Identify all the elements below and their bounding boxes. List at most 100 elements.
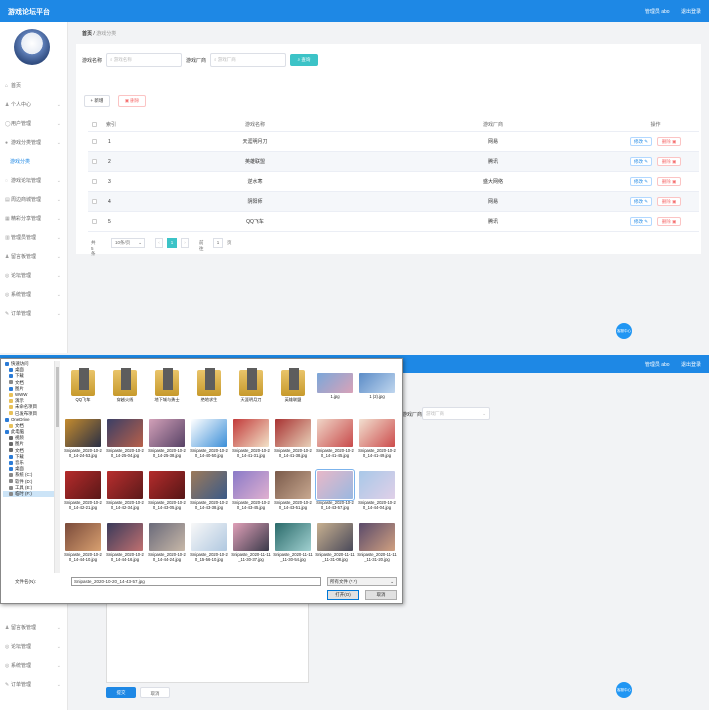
float-service-button[interactable]: 客服中心 [616, 323, 632, 339]
logout-link-2[interactable]: 退出登录 [681, 362, 701, 368]
checkbox[interactable] [92, 179, 97, 184]
delete-button[interactable]: 删除 ▣ [657, 177, 681, 186]
sidebar-item[interactable]: ✎ 订单管理 ⌄ [0, 676, 68, 695]
sidebar-item[interactable]: ▥管理员管理 ⌄ [0, 229, 68, 248]
file-item[interactable]: Snipaste_2020-11-11_11-31-20.jpg [357, 523, 397, 573]
row-checkbox-cell[interactable] [92, 172, 106, 191]
edit-button[interactable]: 修改 ✎ [630, 197, 652, 206]
add-button[interactable]: + 新增 [84, 95, 110, 107]
folder-item[interactable]: 英雄联盟 [273, 367, 313, 417]
sidebar-item[interactable]: ♟ 留言板管理 ⌄ [0, 248, 68, 267]
row-checkbox-cell[interactable] [92, 152, 106, 171]
file-item[interactable]: Snipaste_2020-10-20_14-43-51.jpg [273, 471, 313, 521]
delete-button[interactable]: 删除 ▣ [657, 137, 681, 146]
batch-delete-button[interactable]: ▣ 删除 [118, 95, 146, 107]
page-size-select[interactable]: 10条/页 ⌄ [111, 238, 145, 248]
filename-input[interactable]: Snipaste_2020-10-20_14-43-57.jpg [71, 577, 321, 586]
file-item[interactable]: Snipaste_2020-10-20_14-44-24.jpg [147, 523, 187, 573]
file-item[interactable]: Snipaste_2020-10-20_14-25-04.jpg [105, 419, 145, 469]
open-button[interactable]: 打开(O) [327, 590, 359, 600]
folder-item[interactable]: 穿越火线 [105, 367, 145, 417]
file-item[interactable]: Snipaste_2020-10-20_14-44-04.jpg [357, 471, 397, 521]
sidebar-item[interactable]: ◯用户管理 ⌄ [0, 115, 68, 134]
sidebar-item[interactable]: ◎ 论坛管理 ⌄ [0, 267, 68, 286]
delete-button[interactable]: 删除 ▣ [657, 197, 681, 206]
sidebar-item[interactable]: ◎ 论坛管理 ⌄ [0, 638, 68, 657]
delete-button[interactable]: 删除 ▣ [657, 217, 681, 226]
edit-button[interactable]: 修改 ✎ [630, 217, 652, 226]
file-item[interactable]: Snipaste_2020-10-20_14-44-10.jpg [63, 523, 103, 573]
query-button[interactable]: ⌕ 查询 [290, 54, 318, 66]
sidebar-item[interactable]: 游戏分类 [0, 153, 68, 172]
folder-item[interactable]: 天涯明月刀 [231, 367, 271, 417]
logout-link[interactable]: 退出登录 [681, 9, 701, 15]
file-item[interactable]: Snipaste_2020-10-20_14-43-57.jpg [315, 469, 355, 521]
file-item[interactable]: Snipaste_2020-10-20_14-43-05.jpg [147, 471, 187, 521]
checkbox[interactable] [92, 139, 97, 144]
file-item[interactable]: Snipaste_2020-10-20_14-41-49.jpg [357, 419, 397, 469]
edit-button[interactable]: 修改 ✎ [630, 137, 652, 146]
sidebar-item[interactable]: ▤周边商城管理 ⌄ [0, 191, 68, 210]
sidebar-item[interactable]: ● 游戏分类管理 ⌄ [0, 134, 68, 153]
checkbox[interactable] [92, 159, 97, 164]
row-checkbox-cell[interactable] [92, 212, 106, 231]
name-search-input[interactable]: ⌕ 游戏名称 [106, 53, 182, 67]
folder-item[interactable]: QQ飞车 [63, 367, 103, 417]
delete-button[interactable]: 删除 ▣ [657, 157, 681, 166]
breadcrumb-home[interactable]: 首页 [82, 31, 92, 37]
file-item[interactable]: Snipaste_2020-10-20_14-43-38.jpg [189, 471, 229, 521]
checkbox[interactable] [92, 199, 97, 204]
file-item[interactable]: 1.jpg [315, 367, 355, 417]
sidebar-item[interactable]: ◎ 系统管理 ⌄ [0, 286, 68, 305]
form-cancel-button[interactable]: 取消 [140, 687, 170, 698]
filetype-select[interactable]: 所有文件 (*.*) ⌄ [327, 577, 397, 586]
file-item[interactable]: Snipaste_2020-10-20_14-24-53.jpg [63, 419, 103, 469]
checkbox[interactable] [92, 122, 97, 127]
tree-scrollbar[interactable] [55, 361, 60, 573]
file-item[interactable]: Snipaste_2020-10-20_14-42-34.jpg [105, 471, 145, 521]
submit-button[interactable]: 提交 [106, 687, 136, 698]
file-item[interactable]: Snipaste_2020-10-20_15-56-10.jpg [189, 523, 229, 573]
file-item[interactable]: Snipaste_2020-10-20_14-41-38.jpg [273, 419, 313, 469]
sidebar-item[interactable]: ◎ 系统管理 ⌄ [0, 657, 68, 676]
sidebar-item[interactable]: ✎ 订单管理 ⌄ [0, 305, 68, 324]
content-editor[interactable] [106, 601, 309, 683]
file-item[interactable]: 1 (2).jpg [357, 367, 397, 417]
sidebar-item[interactable]: ◌ 游戏论坛管理 ⌄ [0, 172, 68, 191]
header-checkbox-cell[interactable] [92, 118, 106, 131]
edit-button[interactable]: 修改 ✎ [630, 177, 652, 186]
vendor-form-input[interactable]: 游戏厂商 ⌄ [422, 407, 490, 420]
file-item[interactable]: Snipaste_2020-11-11_11-30-37.jpg [231, 523, 271, 573]
file-item[interactable]: Snipaste_2020-11-11_11-30-54.jpg [273, 523, 313, 573]
file-item[interactable]: Snipaste_2020-10-20_14-41-45.jpg [315, 419, 355, 469]
goto-input[interactable]: 1 [213, 238, 223, 248]
folder-item[interactable]: 地下城与勇士 [147, 367, 187, 417]
file-item[interactable]: Snipaste_2020-10-20_14-40-50.jpg [189, 419, 229, 469]
file-item[interactable]: Snipaste_2020-10-20_14-44-16.jpg [105, 523, 145, 573]
image-thumbnail [359, 471, 395, 499]
breadcrumb-sep: / [93, 31, 95, 37]
sidebar-item[interactable]: ⌂ 首页 [0, 77, 68, 96]
file-item[interactable]: Snipaste_2020-10-20_14-25-38.jpg [147, 419, 187, 469]
file-item[interactable]: Snipaste_2020-11-11_11-31-08.jpg [315, 523, 355, 573]
next-page-button[interactable]: › [181, 238, 189, 248]
dialog-cancel-button[interactable]: 取消 [365, 590, 397, 600]
checkbox[interactable] [92, 219, 97, 224]
tree-item[interactable]: 临时 (F:) [3, 490, 54, 498]
row-checkbox-cell[interactable] [92, 192, 106, 211]
category-table: 索引 游戏名称 游戏厂商 操作 1 天涯明月刀 网易 修改 ✎ 删除 ▣ 2 英雄联盟 腾讯 修改 ✎ 删… [88, 118, 699, 232]
scrollbar-thumb[interactable] [56, 367, 59, 427]
sidebar-item[interactable]: ♟ 留言板管理 ⌄ [0, 619, 68, 638]
sidebar-item[interactable]: ♟ 个人中心 ⌄ [0, 96, 68, 115]
prev-page-button[interactable]: ‹ [155, 238, 163, 248]
page-number-current[interactable]: 1 [167, 238, 177, 248]
file-item[interactable]: Snipaste_2020-10-20_14-42-21.jpg [63, 471, 103, 521]
file-item[interactable]: Snipaste_2020-10-20_14-43-45.jpg [231, 471, 271, 521]
float-service-button-2[interactable]: 客服中心 [616, 682, 632, 698]
edit-button[interactable]: 修改 ✎ [630, 157, 652, 166]
row-checkbox-cell[interactable] [92, 132, 106, 151]
folder-item[interactable]: 绝地求生 [189, 367, 229, 417]
vendor-search-input[interactable]: ⌕ 游戏厂商 [210, 53, 286, 67]
sidebar-item[interactable]: ▦精彩分享管理 ⌄ [0, 210, 68, 229]
file-item[interactable]: Snipaste_2020-10-20_14-41-31.jpg [231, 419, 271, 469]
